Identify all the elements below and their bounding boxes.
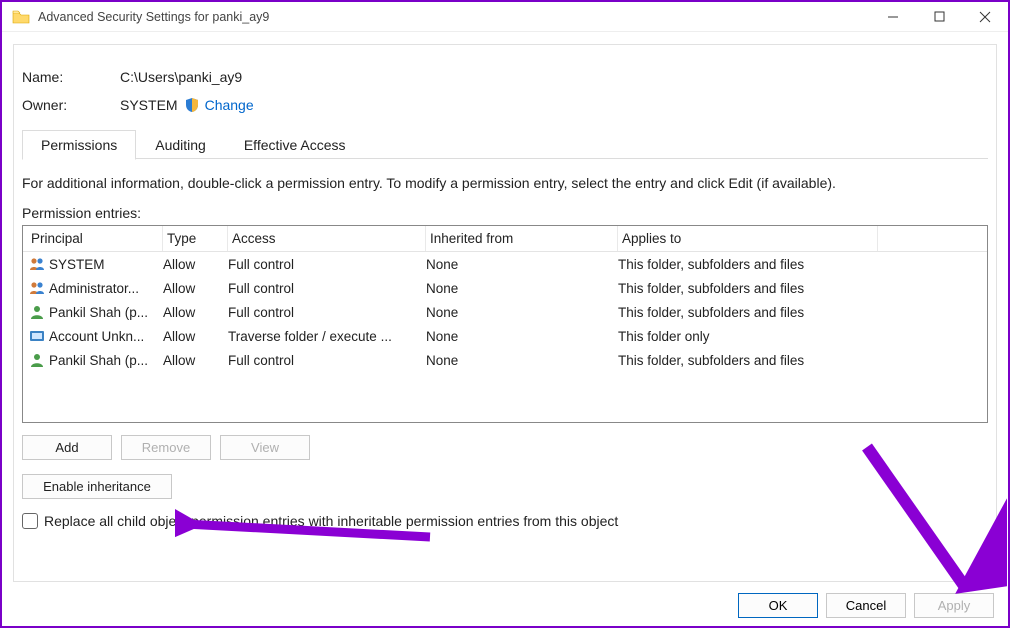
col-spacer — [878, 226, 983, 251]
view-button[interactable]: View — [220, 435, 310, 460]
principal-icon — [29, 280, 45, 296]
titlebar: Advanced Security Settings for panki_ay9 — [2, 2, 1008, 32]
folder-icon — [12, 10, 30, 24]
type-cell: Allow — [163, 353, 228, 368]
dialog-footer: OK Cancel Apply — [738, 593, 994, 618]
tab-permissions[interactable]: Permissions — [22, 130, 136, 160]
table-row[interactable]: SYSTEM AllowFull controlNoneThis folder, … — [23, 252, 987, 276]
principal-icon — [29, 328, 45, 344]
inherited-cell: None — [426, 329, 618, 344]
inherited-cell: None — [426, 281, 618, 296]
tab-bar: Permissions Auditing Effective Access — [22, 129, 988, 159]
panel: Name: C:\Users\panki_ay9 Owner: SYSTEM C… — [13, 44, 997, 582]
replace-children-checkbox[interactable] — [22, 513, 38, 529]
minimize-button[interactable] — [870, 2, 916, 31]
name-value: C:\Users\panki_ay9 — [120, 69, 242, 85]
ok-button[interactable]: OK — [738, 593, 818, 618]
table-row[interactable]: Pankil Shah (p... AllowFull controlNoneTh… — [23, 300, 987, 324]
principal-icon — [29, 304, 45, 320]
window-title: Advanced Security Settings for panki_ay9 — [38, 10, 870, 24]
type-cell: Allow — [163, 281, 228, 296]
name-label: Name: — [22, 69, 120, 85]
enable-inheritance-button[interactable]: Enable inheritance — [22, 474, 172, 499]
principal-icon — [29, 256, 45, 272]
shield-icon — [184, 97, 200, 113]
applies-cell: This folder, subfolders and files — [618, 305, 878, 320]
table-row[interactable]: Account Unkn... AllowTraverse folder / ex… — [23, 324, 987, 348]
type-cell: Allow — [163, 329, 228, 344]
tab-effective-access[interactable]: Effective Access — [225, 130, 365, 160]
col-access[interactable]: Access — [228, 226, 426, 251]
permissions-table: Principal Type Access Inherited from App… — [22, 225, 988, 423]
cancel-button[interactable]: Cancel — [826, 593, 906, 618]
apply-button[interactable]: Apply — [914, 593, 994, 618]
info-text: For additional information, double-click… — [22, 175, 988, 191]
col-type[interactable]: Type — [163, 226, 228, 251]
col-applies[interactable]: Applies to — [618, 226, 878, 251]
type-cell: Allow — [163, 257, 228, 272]
principal-cell: Administrator... — [49, 281, 139, 296]
access-cell: Full control — [228, 281, 426, 296]
maximize-button[interactable] — [916, 2, 962, 31]
change-owner-link[interactable]: Change — [205, 97, 254, 113]
principal-cell: Pankil Shah (p... — [49, 305, 148, 320]
owner-label: Owner: — [22, 97, 120, 113]
table-header: Principal Type Access Inherited from App… — [23, 226, 987, 252]
access-cell: Full control — [228, 353, 426, 368]
inherited-cell: None — [426, 353, 618, 368]
inherited-cell: None — [426, 257, 618, 272]
principal-cell: SYSTEM — [49, 257, 105, 272]
access-cell: Full control — [228, 305, 426, 320]
replace-children-label: Replace all child object permission entr… — [44, 513, 618, 529]
tab-auditing[interactable]: Auditing — [136, 130, 225, 160]
col-principal[interactable]: Principal — [27, 226, 163, 251]
principal-cell: Account Unkn... — [49, 329, 144, 344]
close-button[interactable] — [962, 2, 1008, 31]
principal-cell: Pankil Shah (p... — [49, 353, 148, 368]
owner-value: SYSTEM — [120, 97, 178, 113]
col-inherited[interactable]: Inherited from — [426, 226, 618, 251]
inherited-cell: None — [426, 305, 618, 320]
applies-cell: This folder, subfolders and files — [618, 353, 878, 368]
principal-icon — [29, 352, 45, 368]
applies-cell: This folder only — [618, 329, 878, 344]
applies-cell: This folder, subfolders and files — [618, 281, 878, 296]
entries-label: Permission entries: — [22, 205, 988, 221]
add-button[interactable]: Add — [22, 435, 112, 460]
table-row[interactable]: Administrator... AllowFull controlNoneThi… — [23, 276, 987, 300]
remove-button[interactable]: Remove — [121, 435, 211, 460]
access-cell: Full control — [228, 257, 426, 272]
access-cell: Traverse folder / execute ... — [228, 329, 426, 344]
applies-cell: This folder, subfolders and files — [618, 257, 878, 272]
table-row[interactable]: Pankil Shah (p... AllowFull controlNoneTh… — [23, 348, 987, 372]
type-cell: Allow — [163, 305, 228, 320]
